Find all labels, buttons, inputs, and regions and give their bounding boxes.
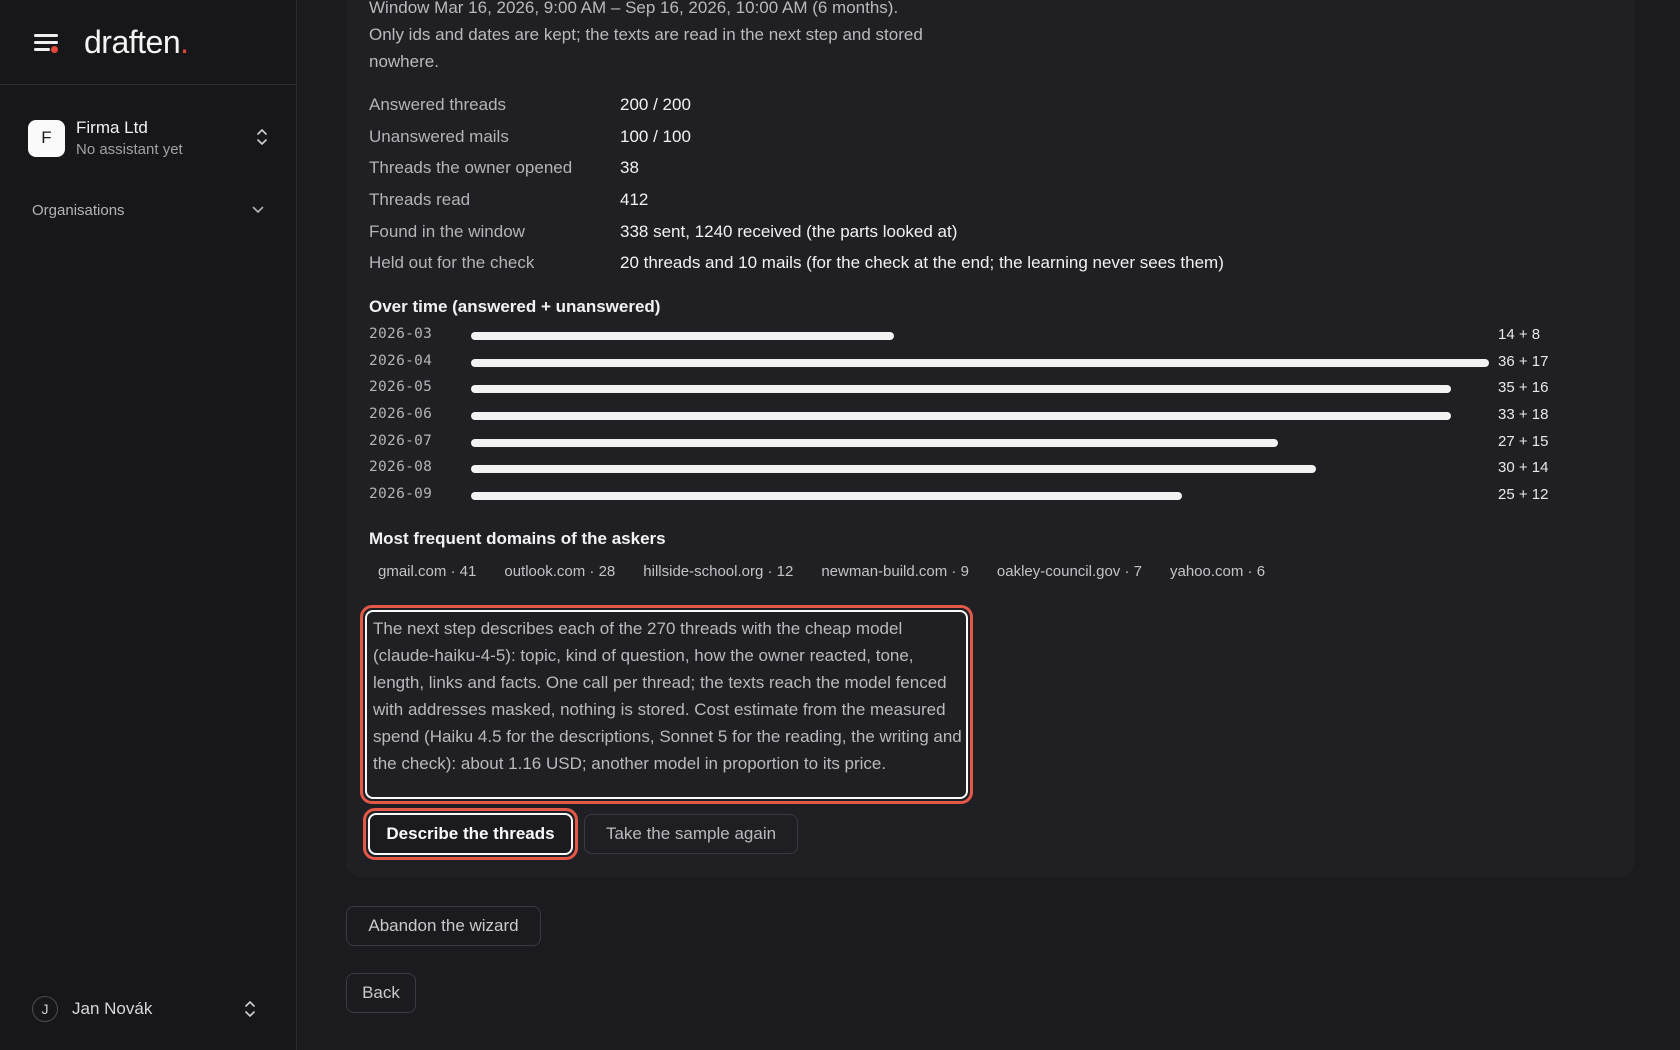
sample-intro: Window Mar 16, 2026, 9:00 AM – Sep 16, 2… <box>369 0 969 75</box>
chart-category-label: 2026-06 <box>369 406 433 423</box>
chart-value-label: 14 + 8 <box>1498 326 1541 343</box>
org-name: Firma Ltd <box>76 117 148 137</box>
chart-value-label: 27 + 15 <box>1498 432 1549 450</box>
chart-bar <box>471 465 1317 474</box>
domain-chip: outlook.com · 28 <box>504 563 616 580</box>
chart-bar-track <box>471 412 1489 421</box>
chevron-down-icon <box>252 206 264 213</box>
chart-bar-track <box>471 465 1489 474</box>
chart-bar <box>471 332 894 340</box>
abandon-wizard-button[interactable]: Abandon the wizard <box>346 906 541 946</box>
stat-row: Held out for the check 20 threads and 10 … <box>369 253 1224 273</box>
chart-bar-track <box>471 358 1489 367</box>
chart-bar <box>471 385 1451 394</box>
chart-bar <box>471 358 1489 367</box>
domain-chip: oakley-council.gov · 7 <box>996 563 1142 580</box>
describe-threads-focus-ring: Describe the threads <box>363 808 578 860</box>
chart-category-label: 2026-09 <box>369 486 433 503</box>
chart-bar-track <box>471 385 1489 394</box>
describe-threads-button[interactable]: Describe the threads <box>368 813 573 855</box>
domain-chip: gmail.com · 41 <box>378 563 477 580</box>
stat-row: Threads the owner opened 38 <box>369 158 639 178</box>
chart-bar-track <box>471 332 1489 340</box>
chart-category-label: 2026-07 <box>369 432 433 449</box>
brand-header: draften. <box>0 0 296 85</box>
stat-row: Found in the window 338 sent, 1240 receiv… <box>369 221 958 241</box>
menu-icon[interactable] <box>32 30 60 54</box>
stat-row: Threads read 412 <box>369 189 649 209</box>
chart-row: 2026-08 30 + 14 <box>369 457 1579 484</box>
chart-row: 2026-04 36 + 17 <box>369 351 1579 378</box>
organisations-toggle[interactable]: Organisations <box>32 198 264 222</box>
chart-category-label: 2026-08 <box>369 459 433 476</box>
chart-value-label: 35 + 16 <box>1498 379 1549 397</box>
chart-row: 2026-07 27 + 15 <box>369 431 1579 458</box>
chart-category-label: 2026-05 <box>369 379 433 396</box>
user-name: Jan Novák <box>72 999 153 1018</box>
sidebar: draften. F Firma Ltd No assistant yet Or… <box>0 0 297 1050</box>
chevrons-up-down-icon <box>257 129 267 145</box>
organisation-switcher[interactable]: F Firma Ltd No assistant yet <box>28 114 276 162</box>
description-text: The next step describes each of the 270 … <box>365 610 968 799</box>
chart-bar-track <box>471 492 1489 501</box>
chart-value-label: 25 + 12 <box>1498 486 1549 504</box>
over-time-title: Over time (answered + unanswered) <box>369 297 661 316</box>
chart-category-label: 2026-03 <box>369 326 433 342</box>
chart-bar <box>471 438 1278 447</box>
stat-row: Unanswered mails 100 / 100 <box>369 126 691 146</box>
user-avatar: J <box>32 996 58 1022</box>
chart-bar-track <box>471 438 1489 447</box>
window-text: Window Mar 16, 2026, 9:00 AM – Sep 16, 2… <box>369 0 899 17</box>
org-avatar: F <box>28 119 65 157</box>
chart-bar <box>471 412 1451 421</box>
privacy-note: Only ids and dates are kept; the texts a… <box>369 25 923 71</box>
chart-value-label: 33 + 18 <box>1498 406 1549 424</box>
chevrons-up-down-icon <box>245 1001 255 1017</box>
stats-list: Answered threads 200 / 200 Unanswered mai… <box>369 89 1224 279</box>
next-step-description: The next step describes each of the 270 … <box>360 605 973 804</box>
chart-category-label: 2026-04 <box>369 352 433 369</box>
back-button[interactable]: Back <box>346 973 416 1013</box>
logo: draften. <box>84 23 189 60</box>
domain-chip: newman-build.com · 9 <box>821 563 969 580</box>
chart-row: 2026-09 25 + 12 <box>369 484 1579 511</box>
stat-row: Answered threads 200 / 200 <box>369 94 691 114</box>
domains-title: Most frequent domains of the askers <box>369 529 666 548</box>
chart-bar <box>471 492 1182 501</box>
chart-row: 2026-05 35 + 16 <box>369 377 1579 404</box>
domain-chip: yahoo.com · 6 <box>1169 563 1266 580</box>
user-menu[interactable]: J Jan Novák <box>32 995 264 1023</box>
org-subtitle: No assistant yet <box>76 140 183 158</box>
over-time-chart: 2026-03 14 + 8 2026-04 36 + 17 2026-05 35 + 1… <box>369 324 1579 511</box>
resample-button[interactable]: Take the sample again <box>584 814 798 854</box>
chart-row: 2026-03 14 + 8 <box>369 324 1579 351</box>
organisations-label: Organisations <box>32 201 125 219</box>
chart-row: 2026-06 33 + 18 <box>369 404 1579 431</box>
domain-chip: hillside-school.org · 12 <box>643 563 794 580</box>
chart-value-label: 30 + 14 <box>1498 459 1549 477</box>
chart-value-label: 36 + 17 <box>1498 352 1549 370</box>
domain-list: gmail.com · 41 outlook.com · 28 hillside… <box>378 563 1293 580</box>
